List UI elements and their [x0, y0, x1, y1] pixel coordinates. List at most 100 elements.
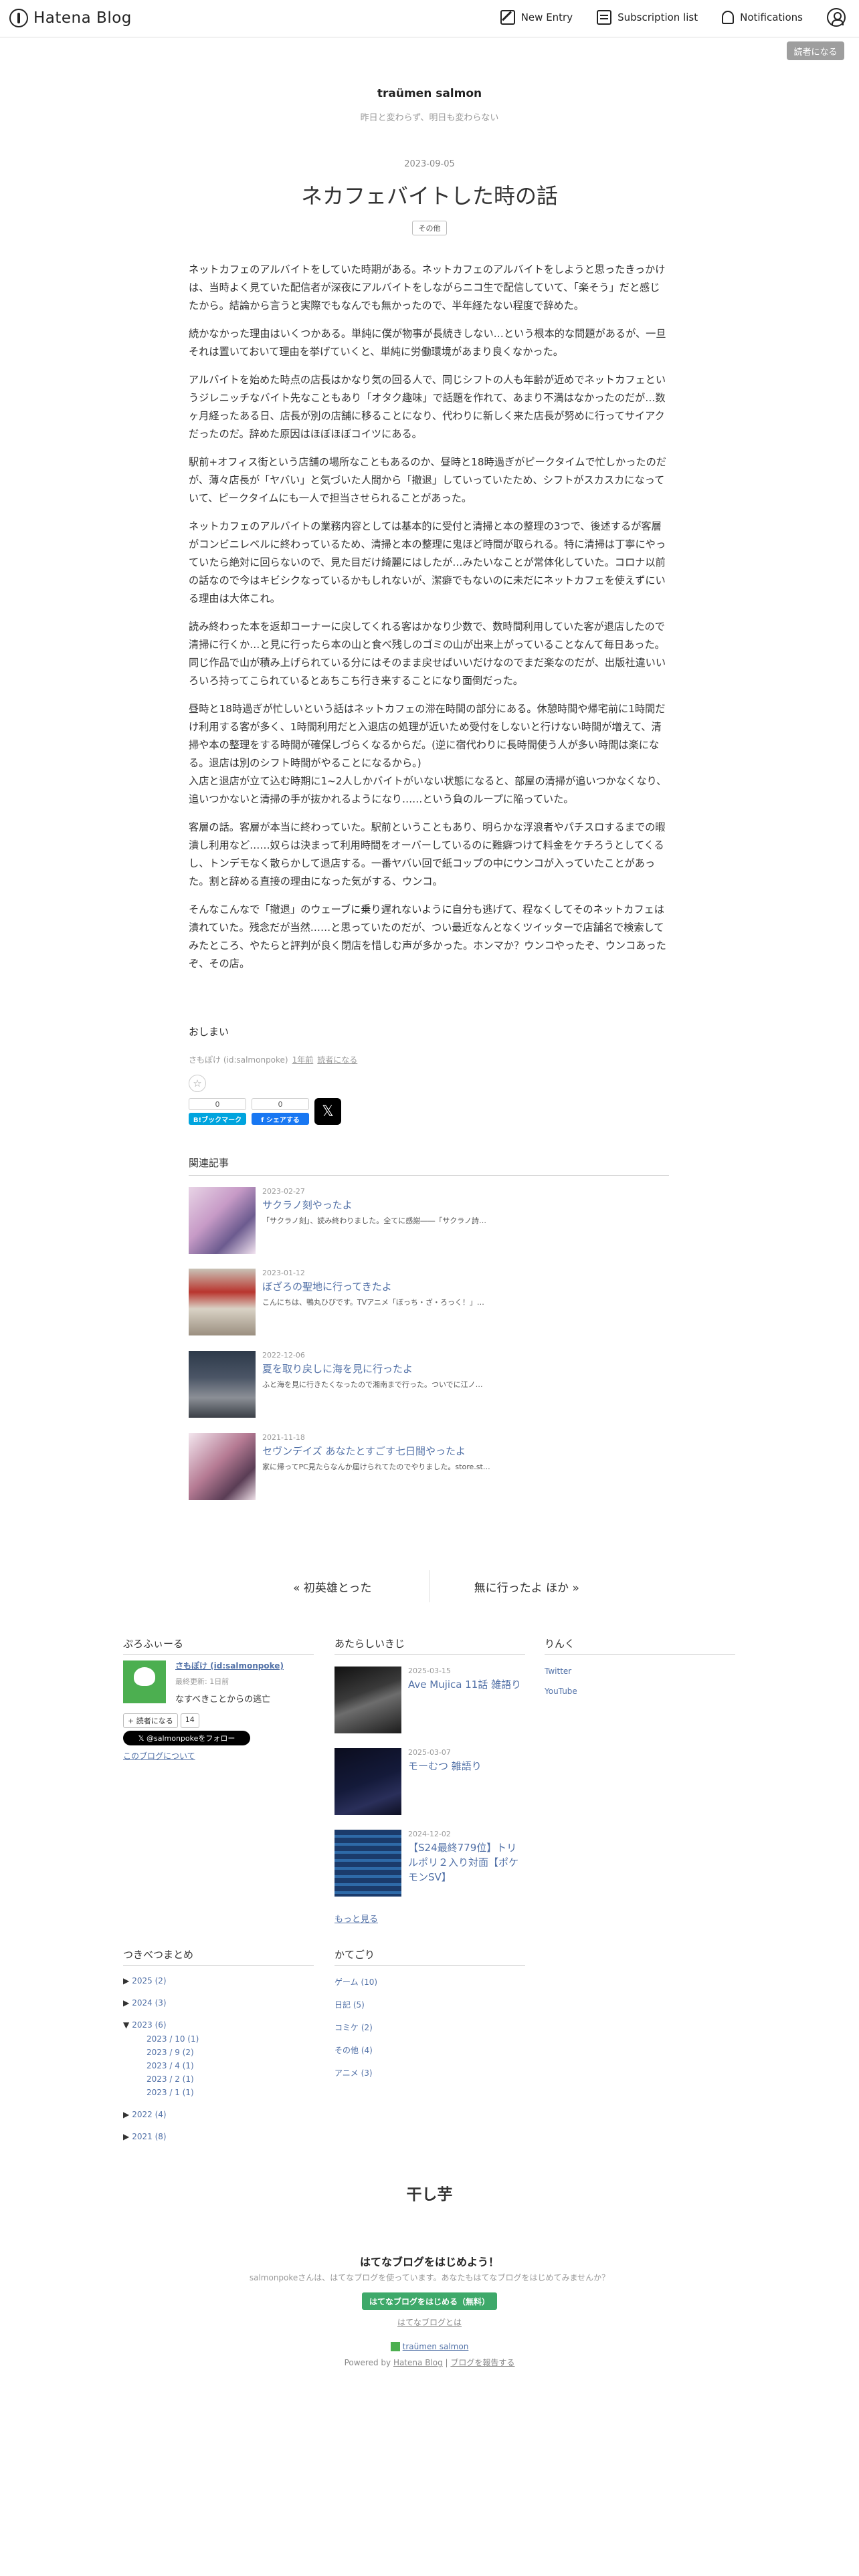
related-title[interactable]: ぼざろの聖地に行ってきたよ — [262, 1279, 392, 1293]
blog-description: 昨日と変わらず、明日も変わらない — [360, 113, 499, 123]
article-date[interactable]: 2023-09-05 — [0, 159, 859, 169]
about-blog-link[interactable]: このブログについて — [123, 1750, 195, 1761]
prev-entry-link[interactable]: « 初英雄とった — [235, 1570, 430, 1602]
archive-month[interactable]: 2023 / 1 (1) — [147, 2088, 194, 2097]
archive-month[interactable]: 2023 / 4 (1) — [147, 2061, 194, 2070]
next-entry-link[interactable]: 無に行ったよ ほか » — [430, 1570, 624, 1602]
recent-thumbnail[interactable] — [335, 1748, 401, 1815]
recent-title[interactable]: モーむつ 雑語り — [408, 1759, 525, 1774]
article-paragraph: ネットカフェのアルバイトの業務内容としては基本的に受付と清掃と本の整理の3つで、… — [189, 520, 666, 605]
facebook-share-count: 0 — [252, 1098, 309, 1110]
recent-title[interactable]: Ave Mujica 11話 雑語り — [408, 1677, 525, 1692]
author-name: さもぽけ (id:salmonpoke) — [189, 1055, 288, 1065]
category-link[interactable]: コミケ (2) — [335, 2022, 373, 2033]
footer-blog-link[interactable]: traümen salmon — [0, 2342, 859, 2351]
hatena-blog-link[interactable]: Hatena Blog — [393, 2358, 443, 2367]
more-entries-link[interactable]: もっと見る — [335, 1912, 378, 1925]
subscription-list-link[interactable]: Subscription list — [597, 10, 698, 25]
archive-year[interactable]: ▶ 2021 (8) — [123, 2132, 167, 2141]
related-date: 2021-11-18 — [262, 1433, 305, 1442]
recent-thumbnail[interactable] — [335, 1667, 401, 1733]
archive-year[interactable]: ▶ 2025 (2) — [123, 1976, 167, 1985]
new-entry-link[interactable]: New Entry — [500, 10, 573, 25]
archive-year-label[interactable]: 2024 (3) — [132, 1998, 166, 2008]
hatena-bookmark-count[interactable]: 0 — [189, 1098, 246, 1110]
recent-entry[interactable]: 2024-12-02 【S24最終779位】トリルポリ２入り対面【ポケモンSV】 — [335, 1830, 525, 1897]
archive-year-label[interactable]: 2025 (2) — [132, 1976, 166, 1985]
start-blog-button[interactable]: はてなブログをはじめる（無料） — [362, 2292, 497, 2310]
article-title[interactable]: ネカフェバイトした時の話 — [0, 179, 859, 210]
report-blog-link[interactable]: ブログを報告する — [450, 2358, 514, 2367]
recent-entry[interactable]: 2025-03-15 Ave Mujica 11話 雑語り — [335, 1667, 525, 1733]
global-header: Hatena Blog New Entry Subscription list … — [0, 0, 859, 37]
recent-thumbnail[interactable] — [335, 1830, 401, 1897]
archive-year[interactable]: ▶ 2024 (3) — [123, 1998, 167, 2008]
add-star-icon[interactable]: ☆ — [189, 1075, 206, 1092]
x-share-icon[interactable]: 𝕏 — [314, 1098, 341, 1125]
blog-title[interactable]: traümen salmon — [0, 87, 859, 100]
article-category[interactable]: その他 — [412, 221, 447, 235]
facebook-share-button[interactable]: f シェアする — [252, 1113, 309, 1125]
related-entry[interactable]: 2022-12-06 夏を取り戻しに海を見に行ったよ ふと海を見に行きたくなった… — [189, 1351, 669, 1418]
header-nav: New Entry Subscription list Notification… — [500, 8, 846, 27]
new-entry-label: New Entry — [520, 11, 573, 23]
hatena-logo[interactable]: Hatena Blog — [9, 9, 132, 27]
x-follow-button[interactable]: 𝕏 @salmonpokeをフォロー — [123, 1731, 250, 1745]
subscribe-button[interactable]: 読者になる — [787, 41, 844, 60]
related-entry[interactable]: 2023-02-27 サクラノ刻やったよ 「サクラノ刻」、読み終わりました。全て… — [189, 1187, 669, 1254]
category-link[interactable]: 日記 (5) — [335, 1999, 365, 2010]
profile-name[interactable]: さもぽけ (id:salmonpoke) — [175, 1660, 284, 1671]
post-time-link[interactable]: 1年前 — [292, 1054, 314, 1065]
archive-year[interactable]: ▶ 2022 (4) — [123, 2110, 167, 2119]
related-thumbnail[interactable] — [189, 1351, 256, 1418]
related-snippet: ふと海を見に行きたくなったので湘南まで行った。ついでに江ノ… — [262, 1380, 483, 1389]
collapse-icon[interactable]: ▼ — [123, 2020, 129, 2030]
related-title[interactable]: サクラノ刻やったよ — [262, 1198, 353, 1212]
recent-entry[interactable]: 2025-03-07 モーむつ 雑語り — [335, 1748, 525, 1815]
article-paragraph: 読み終わった本を返却コーナーに戻してくれる客はかなり少数で、数時間利用していた客… — [189, 621, 666, 687]
expand-icon[interactable]: ▶ — [123, 1998, 129, 2008]
related-thumbnail[interactable] — [189, 1187, 256, 1254]
bell-icon — [722, 11, 735, 24]
about-hatena-blog-link[interactable]: はてなブログとは — [0, 2317, 859, 2328]
category-link[interactable]: その他 (4) — [335, 2044, 373, 2056]
byline-subscribe-link[interactable]: 読者になる — [317, 1054, 357, 1065]
profile-subscribe-button[interactable]: + 読者になる — [123, 1713, 178, 1728]
expand-icon[interactable]: ▶ — [123, 1976, 129, 1985]
category-link[interactable]: ゲーム (10) — [335, 1976, 377, 1988]
notifications-link[interactable]: Notifications — [722, 11, 803, 24]
twitter-link[interactable]: Twitter — [545, 1667, 571, 1676]
expand-icon[interactable]: ▶ — [123, 2132, 129, 2141]
article-paragraph: 客層の話。客層が本当に終わっていた。駅前ということもあり、明らかな浮浪者やパチス… — [189, 821, 666, 887]
avatar[interactable] — [123, 1660, 166, 1703]
related-thumbnail[interactable] — [189, 1433, 256, 1500]
expand-icon[interactable]: ▶ — [123, 2110, 129, 2119]
category-heading: かてごり — [335, 1947, 525, 1966]
recent-title[interactable]: 【S24最終779位】トリルポリ２入り対面【ポケモンSV】 — [408, 1840, 525, 1885]
archive-year-label[interactable]: 2021 (8) — [132, 2132, 166, 2141]
article-paragraph: 続かなかった理由はいくつかある。単純に僕が物事が長続きしない…という根本的な問題… — [189, 328, 666, 358]
related-title[interactable]: セヴンデイズ あなたとすごす七日間やったよ — [262, 1444, 466, 1458]
entry-pager: « 初英雄とった 無に行ったよ ほか » — [235, 1570, 624, 1602]
archive-year-label[interactable]: 2023 (6) — [132, 2020, 166, 2030]
article-byline: さもぽけ (id:salmonpoke) 1年前 読者になる — [189, 1054, 357, 1065]
related-thumbnail[interactable] — [189, 1269, 256, 1335]
article-paragraph: そんなこんなで「撤退」のウェーブに乗り遅れないように自分も逃げて、程なくしてその… — [189, 903, 666, 970]
related-entry[interactable]: 2021-11-18 セヴンデイズ あなたとすごす七日間やったよ 家に帰ってPC… — [189, 1433, 669, 1500]
promo-heading: はてなブログをはじめよう！ — [359, 2256, 499, 2268]
hatena-bookmark-button[interactable]: B!ブックマーク — [189, 1113, 246, 1125]
youtube-link[interactable]: YouTube — [545, 1687, 577, 1696]
links-heading: りんく — [545, 1636, 735, 1655]
profile-description: なすべきことからの逃亡 — [175, 1695, 271, 1705]
archive-month[interactable]: 2023 / 2 (1) — [147, 2074, 194, 2084]
footer-blog-name[interactable]: traümen salmon — [403, 2342, 469, 2351]
promo-subtext: salmonpokeさんは、はてなブログを使っています。あなたもはてなブログをは… — [249, 2273, 610, 2282]
related-title[interactable]: 夏を取り戻しに海を見に行ったよ — [262, 1362, 413, 1376]
category-link[interactable]: アニメ (3) — [335, 2067, 373, 2078]
archive-year-label[interactable]: 2022 (4) — [132, 2110, 166, 2119]
archive-year[interactable]: ▼ 2023 (6) — [123, 2020, 167, 2030]
user-menu-icon[interactable] — [827, 8, 846, 27]
archive-month[interactable]: 2023 / 9 (2) — [147, 2048, 194, 2057]
related-entry[interactable]: 2023-01-12 ぼざろの聖地に行ってきたよ こんにちは、鴨丸ひびです。TV… — [189, 1269, 669, 1335]
archive-month[interactable]: 2023 / 10 (1) — [147, 2034, 199, 2044]
